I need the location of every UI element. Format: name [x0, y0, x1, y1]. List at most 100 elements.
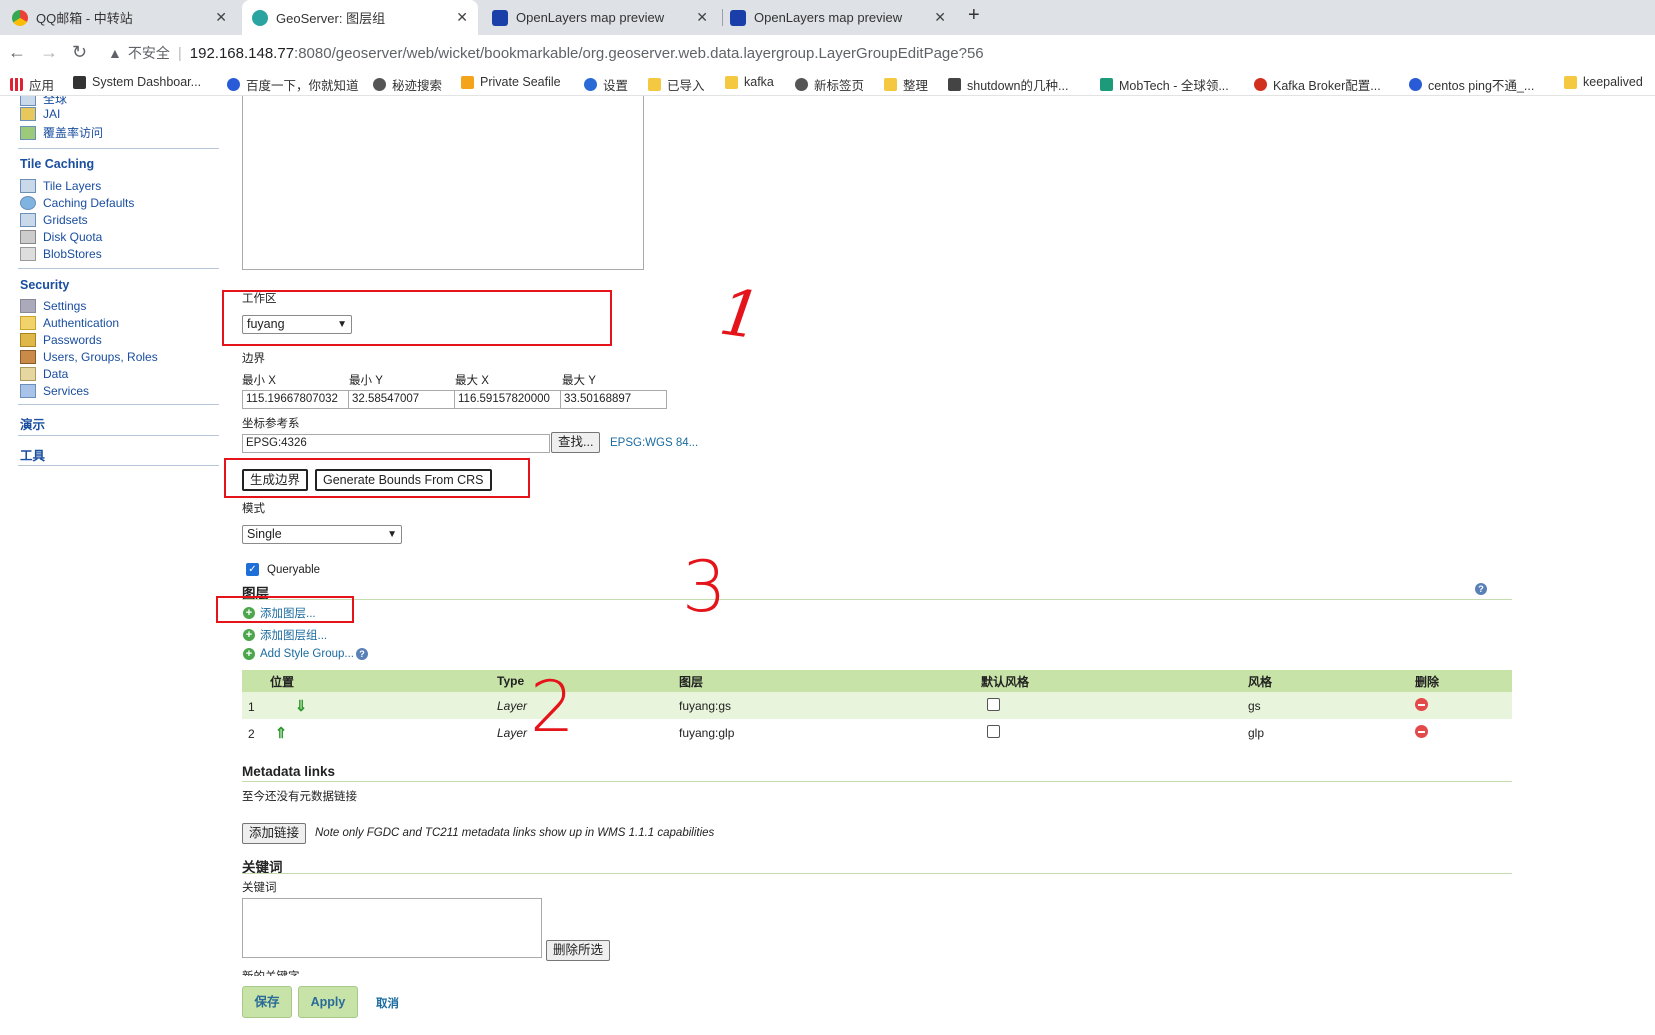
bookmark-new-tab[interactable]: 新标签页 [795, 75, 864, 94]
folder-icon [1564, 75, 1577, 89]
bookmark-label: System Dashboar... [92, 75, 202, 89]
close-icon[interactable]: ✕ [456, 9, 468, 26]
address-bar[interactable]: ▲ 不安全 | 192.168.148.77 :8080/geoserver/w… [108, 39, 1638, 67]
keywords-list[interactable] [242, 898, 542, 958]
sidebar-heading-demo[interactable]: 演示 [20, 414, 45, 433]
add-style-group-link[interactable]: + Add Style Group...? [243, 648, 368, 660]
remove-icon[interactable] [1415, 724, 1428, 738]
bookmark-baidu[interactable]: 百度一下，你就知道 [227, 75, 359, 94]
sidebar-divider [18, 148, 219, 149]
new-tab-button[interactable]: + [968, 4, 980, 27]
tab-openlayers-2[interactable]: OpenLayers map preview ✕ [726, 0, 956, 35]
maxy-input[interactable]: 33.50168897 [560, 390, 667, 409]
bookmark-label: shutdown的几种... [967, 79, 1069, 93]
folder-icon [725, 75, 738, 89]
sidebar-item-label: Data [43, 367, 69, 381]
crs-label: 坐标参考系 [242, 418, 300, 430]
style-link[interactable]: glp [1242, 719, 1409, 746]
sidebar-item-gridsets[interactable]: Gridsets [20, 213, 88, 227]
folder-icon [884, 78, 897, 91]
close-icon[interactable]: ✕ [696, 9, 708, 26]
dashboard-icon [73, 75, 86, 89]
minx-input[interactable]: 115.19667807032 [242, 390, 349, 409]
cancel-link[interactable]: 取消 [376, 995, 399, 1011]
bookmark-settings[interactable]: 设置 [584, 75, 628, 94]
mode-select[interactable]: Single ▼ [242, 525, 402, 544]
sidebar-item-authentication[interactable]: Authentication [20, 316, 119, 330]
queryable-row: ✓ Queryable [246, 563, 320, 576]
metadata-empty-text: 至今还没有元数据链接 [242, 791, 357, 803]
sidebar-item-services[interactable]: Services [20, 384, 89, 398]
bookmark-kafka[interactable]: kafka [725, 75, 774, 89]
style-link[interactable]: gs [1242, 692, 1409, 719]
sidebar-divider [18, 268, 219, 269]
sidebar-item-caching-defaults[interactable]: Caching Defaults [20, 196, 134, 210]
column-header-delete: 删除 [1409, 670, 1512, 692]
tab-geoserver[interactable]: GeoServer: 图层组 ✕ [242, 0, 478, 35]
back-icon[interactable]: ← [8, 42, 26, 63]
help-icon[interactable]: ? [355, 648, 368, 660]
sidebar-item-disk-quota[interactable]: Disk Quota [20, 230, 102, 244]
sidebar-item-coverage-access[interactable]: 覆盖率访问 [20, 124, 103, 141]
bookmark-kafka-broker[interactable]: Kafka Broker配置... [1254, 75, 1381, 94]
bookmark-shutdown[interactable]: shutdown的几种... [948, 75, 1068, 94]
sidebar-item-users-groups-roles[interactable]: Users, Groups, Roles [20, 350, 158, 364]
tab-openlayers-1[interactable]: OpenLayers map preview ✕ [488, 0, 718, 35]
mode-label: 模式 [242, 503, 265, 515]
layers-table: 位置 Type 图层 默认风格 风格 删除 1 ⇓ Layer fuyang:gs… [242, 670, 1512, 746]
sidebar-item-label: 全球 [43, 96, 68, 106]
abstract-textarea[interactable] [242, 96, 644, 270]
bookmark-label: MobTech - 全球领... [1119, 79, 1229, 93]
bookmark-organize[interactable]: 整理 [884, 75, 928, 94]
bookmark-imported[interactable]: 已导入 [648, 75, 705, 94]
move-down-icon[interactable]: ⇓ [295, 698, 308, 715]
apply-button[interactable]: Apply [298, 986, 358, 1018]
sidebar-item-label: Tile Layers [43, 179, 102, 193]
sidebar-item-blobstores[interactable]: BlobStores [20, 247, 102, 261]
reload-icon[interactable]: ↻ [72, 42, 87, 63]
save-button[interactable]: 保存 [242, 986, 292, 1018]
crs-input[interactable]: EPSG:4326 [242, 434, 550, 453]
find-crs-button[interactable]: 查找... [551, 432, 601, 453]
openlayers-icon [730, 9, 746, 26]
sidebar-item-global[interactable]: 全球 [20, 96, 67, 107]
default-style-cell [975, 692, 1242, 719]
sidebar-item-label: Disk Quota [43, 230, 103, 244]
section-divider [242, 781, 1512, 782]
add-metadata-link-button[interactable]: 添加链接 [242, 823, 307, 844]
sidebar-item-passwords[interactable]: Passwords [20, 333, 102, 347]
sidebar-heading-tile-caching: Tile Caching [20, 157, 95, 171]
bookmark-mobtech[interactable]: MobTech - 全球领... [1100, 75, 1229, 94]
table-row: 2 ⇑ Layer fuyang:glp glp [242, 719, 1512, 746]
bookmark-miji[interactable]: 秘迹搜索 [373, 75, 442, 94]
metadata-section-title: Metadata links [242, 764, 336, 779]
queryable-checkbox[interactable]: ✓ [246, 563, 259, 576]
section-divider [242, 873, 1512, 874]
bookmark-keepalived[interactable]: keepalived [1564, 75, 1643, 89]
remove-icon[interactable] [1415, 697, 1428, 711]
default-style-checkbox[interactable] [987, 724, 1000, 738]
bookmark-centos-ping[interactable]: centos ping不通_... [1409, 75, 1534, 94]
tab-qq-mail[interactable]: QQ邮箱 - 中转站 ✕ [12, 0, 237, 35]
close-icon[interactable]: ✕ [215, 9, 227, 26]
add-layer-group-link[interactable]: + 添加图层组... [243, 627, 327, 643]
sidebar-heading-tools[interactable]: 工具 [20, 445, 45, 464]
close-icon[interactable]: ✕ [934, 9, 946, 26]
remove-selected-keywords-button[interactable]: 删除所选 [546, 940, 611, 961]
sidebar-item-jai[interactable]: JAI [20, 107, 60, 121]
forward-icon[interactable]: → [40, 42, 58, 63]
move-up-icon[interactable]: ⇑ [275, 725, 288, 742]
sidebar-item-tile-layers[interactable]: Tile Layers [20, 179, 101, 193]
sidebar-item-security-settings[interactable]: Settings [20, 299, 86, 313]
bookmark-apps[interactable]: 应用 [10, 75, 54, 94]
sidebar-item-label: Settings [43, 299, 87, 313]
miny-input[interactable]: 32.58547007 [348, 390, 455, 409]
miny-label: 最小 Y [349, 375, 383, 387]
bookmark-system-dashboard[interactable]: System Dashboar... [73, 75, 201, 89]
help-icon[interactable]: ? [1475, 583, 1487, 595]
crs-description-link[interactable]: EPSG:WGS 84... [610, 437, 698, 449]
maxx-input[interactable]: 116.59157820000 [454, 390, 561, 409]
sidebar-item-data[interactable]: Data [20, 367, 68, 381]
default-style-checkbox[interactable] [987, 697, 1000, 711]
bookmark-private-seafile[interactable]: Private Seafile [461, 75, 561, 89]
